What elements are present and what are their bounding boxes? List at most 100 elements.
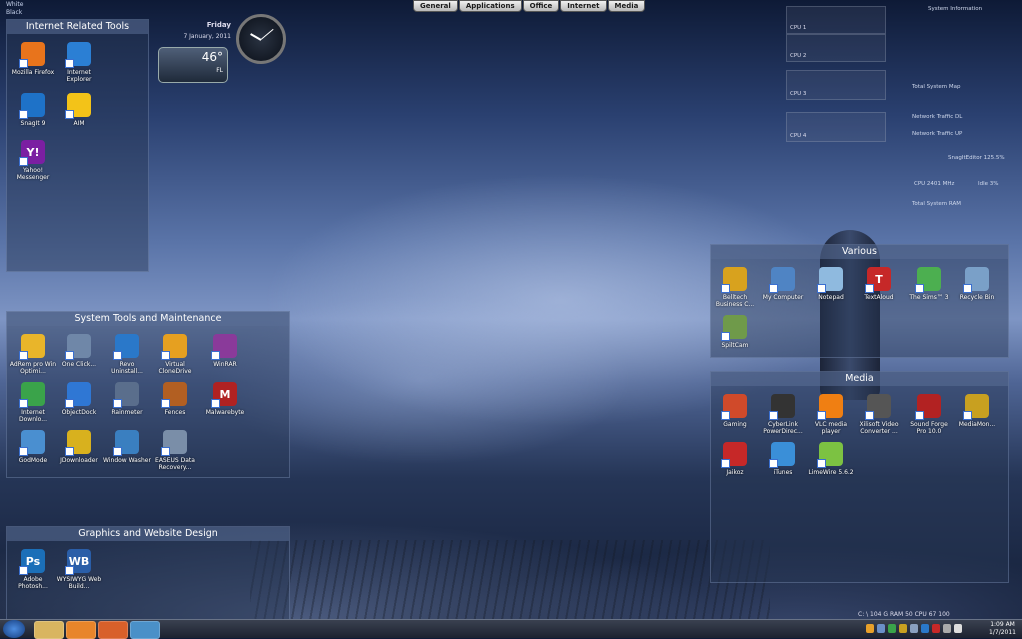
taskbar-network[interactable] <box>130 621 160 639</box>
icon-label: The Sims™ 3 <box>909 294 949 301</box>
icon-adrem[interactable]: AdRem pro Win Optimi... <box>9 334 57 375</box>
icon-window-washer[interactable]: Window Washer <box>103 430 151 464</box>
icon-recycle-bin[interactable]: Recycle Bin <box>953 267 1001 301</box>
fence-title: Graphics and Website Design <box>7 527 289 541</box>
tab-media[interactable]: Media <box>607 0 646 12</box>
tab-office[interactable]: Office <box>522 0 560 12</box>
taskbar-clock[interactable]: 1:09 AM 1/7/2011 <box>989 621 1016 637</box>
internet-explorer-icon <box>65 42 91 68</box>
vlc-icon <box>817 394 843 420</box>
icon-label: GodMode <box>18 457 48 464</box>
clock-widget[interactable] <box>236 14 286 64</box>
icon-belltech[interactable]: Belltech Business C... <box>711 267 759 308</box>
icon-vlc[interactable]: VLC media player <box>807 394 855 435</box>
sound-forge-icon <box>915 394 941 420</box>
taskbar-time: 1:09 AM <box>990 621 1015 628</box>
tab-general[interactable]: General <box>413 0 458 12</box>
icon-xilisoft[interactable]: Xilisoft Video Converter ... <box>855 394 903 435</box>
taskbar-media[interactable] <box>66 621 96 639</box>
icon-firefox[interactable]: Mozilla Firefox <box>9 42 57 76</box>
malwarebytes-icon: M <box>211 382 237 408</box>
icon-virtual-clonedrive[interactable]: Virtual CloneDrive <box>151 334 199 375</box>
cpu3-graph: CPU 3 <box>786 70 886 100</box>
tab-internet[interactable]: Internet <box>560 0 607 12</box>
icon-godmode[interactable]: GodMode <box>9 430 57 464</box>
icon-label: VLC media player <box>814 421 848 435</box>
xilisoft-icon <box>865 394 891 420</box>
top-left-line1: White <box>6 1 24 8</box>
icon-internet-explorer[interactable]: Internet Explorer <box>55 42 103 83</box>
icon-objectdock[interactable]: ObjectDock <box>55 382 103 416</box>
weather-date: Friday 7 January, 2011 <box>176 20 231 42</box>
fence-internet[interactable]: Internet Related Tools Mozilla Firefox I… <box>6 19 149 272</box>
cpu4-label: CPU 4 <box>790 133 807 139</box>
tray-icon[interactable] <box>866 624 874 633</box>
icon-cyberlink[interactable]: CyberLink PowerDirec... <box>759 394 807 435</box>
icon-wysiwyg[interactable]: WB WYSIWYG Web Build... <box>55 549 103 590</box>
icon-notepad[interactable]: Notepad <box>807 267 855 301</box>
window-washer-icon <box>113 430 139 456</box>
weather-date-text: 7 January, 2011 <box>183 33 231 40</box>
easeus-icon <box>161 430 187 456</box>
icon-snagit[interactable]: SnagIt 9 <box>9 93 57 127</box>
tray-icon[interactable] <box>932 624 940 633</box>
icon-splitcam[interactable]: SpiltCam <box>711 315 759 349</box>
tray-icon[interactable] <box>910 624 918 633</box>
wysiwyg-icon: WB <box>65 549 91 575</box>
icon-yahoo-messenger[interactable]: Y! Yahoo! Messenger <box>9 140 57 181</box>
icon-internet-download[interactable]: Internet Downlo... <box>9 382 57 423</box>
tab-applications[interactable]: Applications <box>458 0 522 12</box>
tray-icon[interactable] <box>888 624 896 633</box>
icon-winrar[interactable]: WinRAR <box>201 334 249 368</box>
taskbar-explorer[interactable] <box>34 621 64 639</box>
fence-various[interactable]: Various Belltech Business C... My Comput… <box>710 244 1009 358</box>
icon-sound-forge[interactable]: Sound Forge Pro 10.0 <box>905 394 953 435</box>
icon-one-click[interactable]: One Click... <box>55 334 103 368</box>
cpu4-graph: CPU 4 <box>786 112 886 142</box>
icon-textaloud[interactable]: T TextAloud <box>855 267 903 301</box>
icon-label: My Computer <box>762 294 804 301</box>
fence-media[interactable]: Media Gaming CyberLink PowerDirec... VLC… <box>710 371 1009 583</box>
icon-jdownloader[interactable]: JDownloader <box>55 430 103 464</box>
clonedrive-icon <box>161 334 187 360</box>
icon-label: AIM <box>73 120 85 127</box>
icon-gaming[interactable]: Gaming <box>711 394 759 428</box>
icon-my-computer[interactable]: My Computer <box>759 267 807 301</box>
icon-label: CyberLink PowerDirec... <box>763 421 803 435</box>
tray-icon[interactable] <box>943 624 951 633</box>
fence-system-tools[interactable]: System Tools and Maintenance AdRem pro W… <box>6 311 290 478</box>
clock-hour-hand <box>250 33 262 41</box>
icon-label: Fences <box>164 409 186 416</box>
fences-icon <box>161 382 187 408</box>
icon-label: Rainmeter <box>111 409 143 416</box>
icon-rainmeter[interactable]: Rainmeter <box>103 382 151 416</box>
weather-widget[interactable]: 46° FL <box>158 47 228 83</box>
icon-limewire[interactable]: LimeWire 5.6.2 <box>807 442 855 476</box>
volume-icon[interactable] <box>954 624 962 633</box>
yahoo-messenger-icon: Y! <box>19 140 45 166</box>
icon-label: Internet Downlo... <box>19 409 47 423</box>
system-tray <box>866 624 962 633</box>
icon-sims3[interactable]: The Sims™ 3 <box>905 267 953 301</box>
icon-malwarebytes[interactable]: M Malwarebyte <box>201 382 249 416</box>
sysinfo-snag: SnagItEditor 125.5% <box>948 155 1005 161</box>
start-button[interactable] <box>3 620 25 638</box>
recycle-bin-icon <box>963 267 989 293</box>
tray-icon[interactable] <box>877 624 885 633</box>
taskbar-firefox[interactable] <box>98 621 128 639</box>
icon-itunes[interactable]: iTunes <box>759 442 807 476</box>
icon-aim[interactable]: AIM <box>55 93 103 127</box>
icon-revo[interactable]: Revo Uninstall... <box>103 334 151 375</box>
icon-mediamonkey[interactable]: MediaMon... <box>953 394 1001 428</box>
cpu1-graph: CPU 1 <box>786 6 886 34</box>
one-click-icon <box>65 334 91 360</box>
icon-photoshop[interactable]: Ps Adobe Photosh... <box>9 549 57 590</box>
weather-day: Friday <box>206 21 231 29</box>
icon-easeus[interactable]: EASEUS Data Recovery... <box>151 430 199 471</box>
tray-icon[interactable] <box>921 624 929 633</box>
icon-label: Jaikoz <box>726 469 744 476</box>
icon-fences[interactable]: Fences <box>151 382 199 416</box>
icon-jaikoz[interactable]: Jaikoz <box>711 442 759 476</box>
fence-graphics[interactable]: Graphics and Website Design Ps Adobe Phot… <box>6 526 290 622</box>
tray-icon[interactable] <box>899 624 907 633</box>
